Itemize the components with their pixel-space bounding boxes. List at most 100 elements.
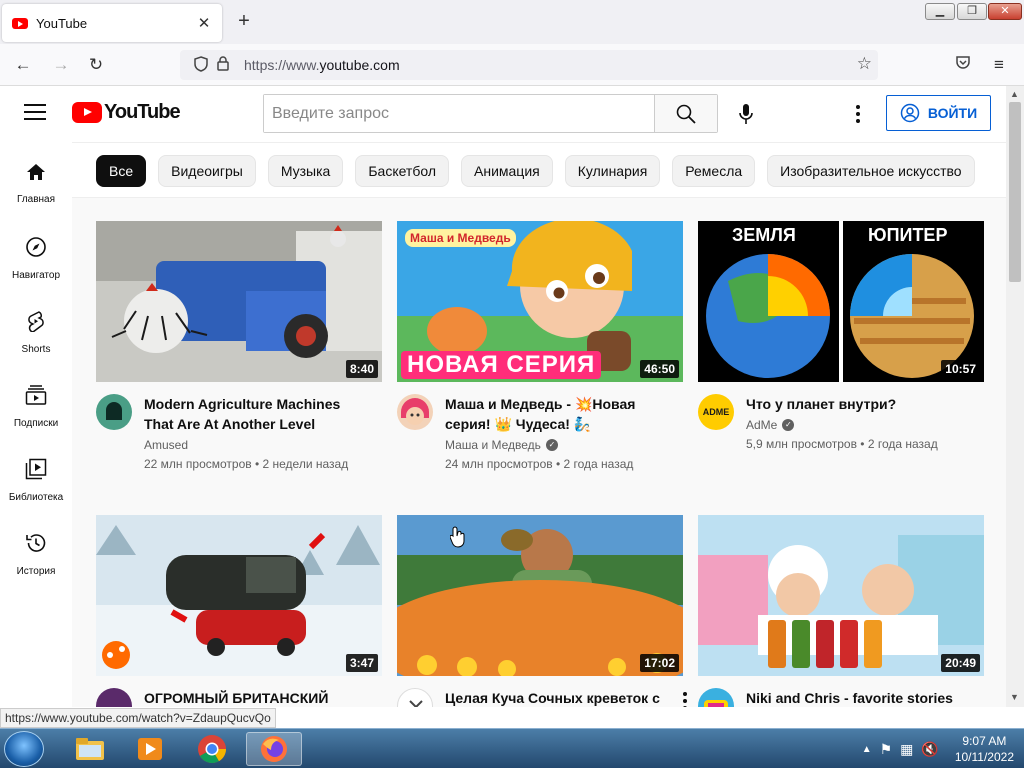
close-tab-icon[interactable]: ✕ [196,14,212,32]
mouse-cursor-icon [450,526,465,548]
volume-muted-icon[interactable]: 🔇 [921,741,938,758]
video-card[interactable]: 20:49 Niki and Chris - favorite stories … [698,515,984,707]
chip-visual-arts[interactable]: Изобразительное искусство [767,155,975,187]
shorts-icon [28,311,44,332]
scrollbar-thumb[interactable] [1009,102,1021,282]
youtube-logo[interactable]: YouTube [72,101,181,124]
sidebar-item-explore[interactable]: Навигатор [0,216,72,290]
chip-all[interactable]: Все [96,155,147,187]
forward-arrow-icon[interactable]: → [50,54,72,76]
home-icon [27,164,45,180]
action-center-flag-icon[interactable]: ⚑ [880,741,893,758]
pocket-icon[interactable] [952,54,974,76]
browser-nav-bar: ← → ↻ https://www.youtube.com ☆ ≡ [0,44,1024,86]
video-thumbnail[interactable]: ЗЕМЛЯ ЮПИТЕР 10:57 [698,221,984,382]
more-actions-icon[interactable] [683,688,687,707]
sidebar-item-history[interactable]: История [0,512,72,586]
system-clock[interactable]: 9:07 AM 10/11/2022 [955,733,1014,765]
video-thumbnail[interactable]: 8:40 [96,221,382,382]
channel-avatar[interactable] [698,688,734,707]
reload-icon[interactable]: ↻ [85,54,107,76]
video-grid: 8:40 Modern Agriculture Machines That Ar… [72,198,1006,707]
more-options-icon[interactable] [846,100,870,128]
address-bar[interactable]: https://www.youtube.com ☆ [180,50,878,80]
video-title[interactable]: Что у планет внутри? [746,394,972,414]
video-thumbnail[interactable]: 20:49 [698,515,984,676]
system-tray: ▲ ⚑ ▦ 🔇 9:07 AM 10/11/2022 [862,729,1024,769]
filter-chips-bar: Все Видеоигры Музыка Баскетбол Анимация … [72,142,1006,198]
firefox-task[interactable] [246,732,302,766]
history-icon [26,534,46,552]
thumbnail-left-label: ЗЕМЛЯ [732,225,796,245]
show-hidden-icons-icon[interactable]: ▲ [862,744,872,755]
back-arrow-icon[interactable]: ← [12,54,34,76]
video-card[interactable]: ЗЕМЛЯ ЮПИТЕР 10:57 ADME Что у планет вну… [698,221,984,451]
close-window-button[interactable]: ✕ [988,3,1022,20]
restore-window-button[interactable]: ❐ [957,3,987,20]
lock-icon[interactable] [212,56,234,74]
network-icon[interactable]: ▦ [900,741,913,758]
sidebar-item-home[interactable]: Главная [0,142,72,216]
video-duration: 46:50 [640,360,679,378]
search-box [263,94,718,133]
channel-avatar[interactable] [96,688,132,707]
channel-avatar[interactable] [96,394,132,430]
channel-avatar[interactable]: ADME [698,394,734,430]
chip-animation[interactable]: Анимация [461,155,553,187]
video-card[interactable]: 17:02 Целая Куча Сочных креветок с лимон… [397,515,687,707]
scroll-up-icon[interactable]: ▲ [1010,89,1019,99]
video-card[interactable]: 8:40 Modern Agriculture Machines That Ar… [96,221,382,471]
media-player-icon [138,738,162,760]
video-stats: 22 млн просмотров • 2 недели назад [144,457,349,471]
windows-taskbar: ▲ ⚑ ▦ 🔇 9:07 AM 10/11/2022 [0,728,1024,768]
start-button[interactable] [4,731,44,767]
video-title[interactable]: Niki and Chris - favorite stories with l… [746,688,972,707]
shield-icon[interactable] [190,55,212,75]
chip-cooking[interactable]: Кулинария [564,155,661,187]
bookmark-star-icon[interactable]: ☆ [857,54,872,74]
chip-video-games[interactable]: Видеоигры [158,155,256,187]
page-scrollbar[interactable]: ▲ ▼ [1006,86,1024,707]
search-button[interactable] [654,95,717,132]
video-title[interactable]: Целая Куча Сочных креветок с лимоном! Ид… [445,688,671,707]
chip-crafts[interactable]: Ремесла [672,155,756,187]
browser-tab[interactable]: YouTube ✕ [2,4,222,42]
video-stats: 24 млн просмотров • 2 года назад [445,457,634,471]
subscriptions-icon [25,385,47,405]
hamburger-menu-icon[interactable] [24,104,46,122]
channel-avatar[interactable] [397,688,433,707]
file-explorer-task[interactable] [62,732,118,766]
sidebar-item-subscriptions[interactable]: Подписки [0,364,72,438]
video-title[interactable]: Modern Agriculture Machines That Are At … [144,394,370,434]
sidebar-item-shorts[interactable]: Shorts [0,290,72,364]
video-card[interactable]: 3:47 ОГРОМНЫЙ БРИТАНСКИЙ МАШИН... [96,515,382,707]
microphone-icon[interactable] [734,101,758,127]
app-menu-icon[interactable]: ≡ [988,54,1010,76]
video-thumbnail[interactable]: Маша и Медведь НОВАЯ СЕРИЯ 46:50 [397,221,683,382]
search-input[interactable] [264,95,654,132]
scroll-down-icon[interactable]: ▼ [1010,692,1019,702]
channel-name[interactable]: Маша и Медведь ✓ [445,438,671,452]
channel-name[interactable]: Amused [144,438,370,452]
url-text: https://www.youtube.com [244,57,400,73]
chip-basketball[interactable]: Баскетбол [355,155,449,187]
media-player-task[interactable] [122,732,178,766]
video-thumbnail[interactable]: 3:47 [96,515,382,676]
video-duration: 10:57 [941,360,980,378]
channel-name[interactable]: AdMe ✓ [746,418,972,432]
chip-music[interactable]: Музыка [267,155,344,187]
youtube-play-icon [72,102,102,123]
sign-in-button[interactable]: ВОЙТИ [886,95,991,131]
sidebar-item-library[interactable]: Библиотека [0,438,72,512]
minimize-window-button[interactable]: ▁ [925,3,955,20]
channel-avatar[interactable] [397,394,433,430]
video-duration: 17:02 [640,654,679,672]
search-icon [676,104,696,124]
video-card[interactable]: Маша и Медведь НОВАЯ СЕРИЯ 46:50 Маша и … [397,221,683,471]
new-tab-icon[interactable]: + [234,10,254,32]
video-thumbnail[interactable]: 17:02 [397,515,683,676]
chrome-task[interactable] [184,732,240,766]
tab-title: YouTube [36,15,88,31]
video-title[interactable]: Маша и Медведь - 💥Новая серия! 👑 Чудеса!… [445,394,671,434]
video-title[interactable]: ОГРОМНЫЙ БРИТАНСКИЙ МАШИН... [144,688,370,707]
